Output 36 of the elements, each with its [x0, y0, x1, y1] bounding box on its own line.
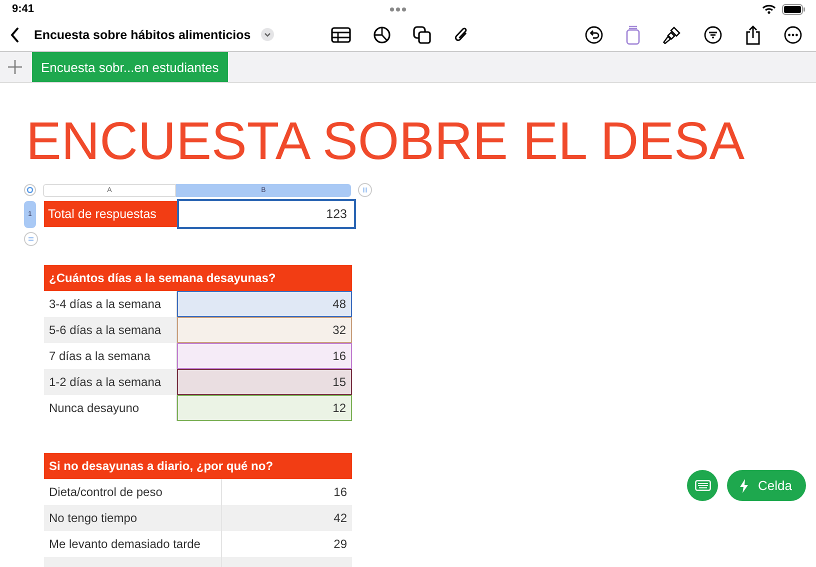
undo-icon[interactable]: [585, 26, 603, 44]
table-cell-text: 16: [332, 484, 348, 501]
table-cell: 15: [177, 369, 352, 395]
table-cell: 16: [177, 343, 352, 369]
table-cell[interactable]: Total de respuestas: [44, 201, 177, 227]
paintbrush-icon[interactable]: [663, 26, 681, 44]
table-cell: 48: [177, 291, 352, 317]
sheet-tab[interactable]: Encuesta sobr...en estudiantes: [32, 52, 228, 82]
paperclip-icon[interactable]: [453, 26, 469, 44]
more-icon[interactable]: [784, 26, 802, 44]
page-title: ENCUESTA SOBRE EL DESA: [26, 111, 746, 173]
keyboard-icon: [694, 480, 711, 491]
keyboard-button[interactable]: [687, 470, 718, 501]
table-cell: 12: [177, 395, 352, 421]
wifi-icon: [762, 4, 776, 14]
filter-icon[interactable]: [704, 26, 722, 44]
status-time: 9:41: [12, 3, 34, 15]
chevron-down-icon[interactable]: [260, 28, 274, 41]
pie-chart-icon[interactable]: [373, 26, 391, 44]
shapes-icon[interactable]: [413, 26, 431, 44]
table-icon[interactable]: [331, 26, 351, 42]
share-icon[interactable]: [745, 24, 761, 44]
selected-cell[interactable]: 123: [177, 199, 356, 229]
back-chevron-icon[interactable]: [10, 26, 20, 42]
table-header: ¿Cuántos días a la semana desayunas?: [44, 265, 352, 291]
table-cell: 32: [177, 317, 352, 343]
lightning-icon: [739, 478, 750, 492]
multitask-dots-icon[interactable]: [389, 6, 408, 12]
table-header: Si no desayunas a diario, ¿por qué no?: [44, 453, 352, 479]
table-handle-icon[interactable]: [24, 184, 36, 196]
table-cell-text: 42: [332, 510, 348, 527]
table-cell-text: 29: [332, 536, 348, 553]
document-title[interactable]: Encuesta sobre hábitos alimenticios: [34, 28, 251, 42]
battery-icon: [782, 4, 806, 14]
add-sheet-icon[interactable]: [8, 60, 22, 74]
cell-action-button[interactable]: Celda: [727, 470, 806, 501]
